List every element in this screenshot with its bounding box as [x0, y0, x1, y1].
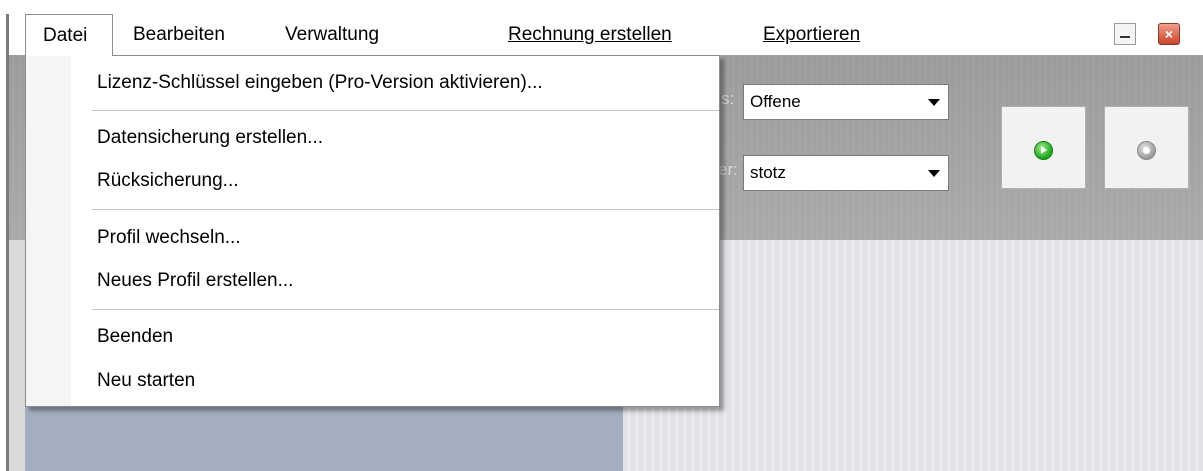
minimize-icon[interactable] [1114, 23, 1136, 45]
menu-rechnung-erstellen[interactable]: Rechnung erstellen [508, 14, 672, 55]
menu-item-ruecksicherung[interactable]: Rücksicherung... [97, 168, 239, 194]
menu-separator [92, 309, 719, 311]
menu-separator [92, 110, 719, 112]
menu-item-profil-wechseln[interactable]: Profil wechseln... [97, 225, 241, 251]
menu-item-neu-starten[interactable]: Neu starten [97, 368, 195, 394]
user-filter-label: er: [718, 160, 738, 179]
menu-icon-gutter [26, 56, 71, 406]
app-window: Datei Bearbeiten Verwaltung Rechnung ers… [0, 0, 1203, 471]
stop-button[interactable] [1104, 106, 1189, 189]
close-icon[interactable]: × [1158, 23, 1180, 45]
menu-datei[interactable]: Datei [25, 14, 113, 56]
play-icon [1034, 141, 1053, 160]
menu-item-datensicherung[interactable]: Datensicherung erstellen... [97, 125, 323, 151]
menu-separator [92, 209, 719, 211]
menu-bearbeiten[interactable]: Bearbeiten [133, 14, 225, 55]
start-button[interactable] [1001, 106, 1086, 189]
user-filter-select[interactable]: stotz [743, 155, 949, 191]
status-filter-select[interactable]: Offene [743, 84, 949, 120]
chevron-down-icon [928, 170, 940, 177]
datei-dropdown-menu: Lizenz-Schlüssel eingeben (Pro-Version a… [25, 55, 720, 407]
chevron-down-icon [928, 99, 940, 106]
menu-verwaltung[interactable]: Verwaltung [285, 14, 379, 55]
menu-item-lizenz[interactable]: Lizenz-Schlüssel eingeben (Pro-Version a… [97, 70, 543, 96]
menu-exportieren[interactable]: Exportieren [763, 14, 860, 55]
left-margin [9, 240, 25, 471]
stop-icon [1137, 141, 1156, 160]
menu-item-beenden[interactable]: Beenden [97, 324, 173, 350]
menu-item-neues-profil[interactable]: Neues Profil erstellen... [97, 268, 293, 294]
menu-bar: Datei Bearbeiten Verwaltung Rechnung ers… [9, 14, 1203, 56]
user-filter-value: stotz [750, 163, 786, 182]
status-filter-value: Offene [750, 92, 801, 111]
status-filter-label: s: [721, 89, 735, 108]
